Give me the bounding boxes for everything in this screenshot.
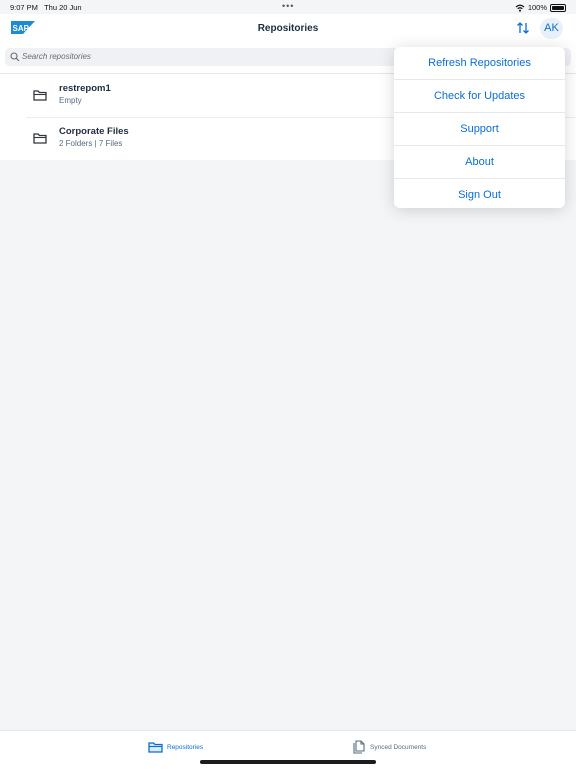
tab-synced-documents[interactable]: Synced Documents xyxy=(351,740,426,754)
folder-icon xyxy=(33,133,47,144)
user-avatar-button[interactable]: AK xyxy=(540,18,563,39)
document-stack-icon xyxy=(353,740,365,754)
menu-refresh-repositories[interactable]: Refresh Repositories xyxy=(394,47,565,80)
status-time: 9:07 PM Thu 20 Jun xyxy=(10,3,82,12)
repository-detail: 2 Folders | 7 Files xyxy=(59,139,123,148)
folder-icon xyxy=(33,90,47,101)
tab-label: Synced Documents xyxy=(370,743,427,751)
menu-support[interactable]: Support xyxy=(394,113,565,146)
home-indicator[interactable] xyxy=(200,760,376,764)
tab-label: Repositories xyxy=(167,743,204,751)
menu-sign-out[interactable]: Sign Out xyxy=(394,179,565,208)
battery-percentage: 100% xyxy=(527,3,547,12)
menu-check-for-updates[interactable]: Check for Updates xyxy=(394,80,565,113)
page-title: Repositories xyxy=(257,23,319,34)
wifi-icon xyxy=(515,4,525,12)
repository-name: restrepom1 xyxy=(59,83,111,94)
multitasking-dots[interactable]: ••• xyxy=(282,1,294,11)
nav-header: SAP Repositories AK xyxy=(0,14,576,42)
search-placeholder: Search repositories xyxy=(22,52,91,61)
tab-repositories[interactable]: Repositories xyxy=(148,740,203,754)
battery-icon xyxy=(550,3,566,12)
folder-icon xyxy=(148,742,163,753)
status-indicators: 100% xyxy=(515,3,566,12)
status-bar: 9:07 PM Thu 20 Jun ••• 100% xyxy=(0,0,576,14)
search-icon xyxy=(10,52,20,62)
repository-name: Corporate Files xyxy=(59,126,129,137)
sort-icon[interactable] xyxy=(516,21,530,35)
user-menu-popover: Refresh Repositories Check for Updates S… xyxy=(394,47,565,208)
menu-about[interactable]: About xyxy=(394,146,565,179)
repository-detail: Empty xyxy=(59,96,82,105)
